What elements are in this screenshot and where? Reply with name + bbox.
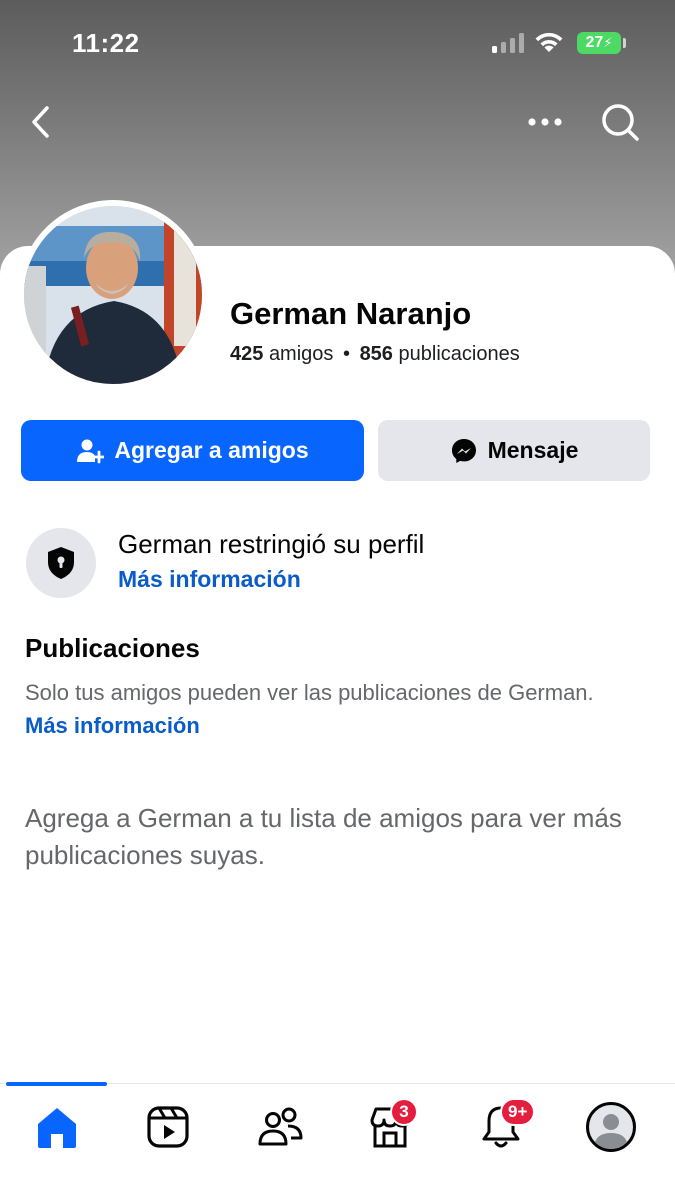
posts-count: 856 xyxy=(359,343,393,365)
notifications-badge: 9+ xyxy=(500,1098,536,1126)
bottom-tab-bar xyxy=(0,1083,675,1200)
message-button[interactable]: Mensaje xyxy=(378,420,650,481)
profile-photo-illustration xyxy=(24,206,202,384)
profile-photo xyxy=(24,206,202,384)
friends-icon[interactable] xyxy=(255,1102,305,1152)
wifi-icon xyxy=(535,32,563,52)
message-label: Mensaje xyxy=(487,437,579,463)
default-avatar-icon xyxy=(594,1114,628,1149)
restriction-more-info-link[interactable]: Más información xyxy=(118,566,301,593)
add-friend-hint: Agrega a German a tu lista de amigos par… xyxy=(25,803,622,870)
back-chevron-icon[interactable] xyxy=(24,100,60,144)
battery-cap xyxy=(623,38,626,48)
posts-more-info-link[interactable]: Más información xyxy=(25,713,200,738)
profile-menu-avatar[interactable] xyxy=(586,1102,636,1152)
cellular-signal-icon xyxy=(492,33,524,53)
shield-lock-icon xyxy=(48,547,74,579)
posts-privacy-message: Solo tus amigos pueden ver las publicaci… xyxy=(25,680,594,705)
add-friend-button[interactable]: Agregar a amigos xyxy=(21,420,364,481)
battery-indicator: 27⚡ xyxy=(577,32,621,54)
profile-stats: 425 amigos • 856 publicaciones xyxy=(230,343,520,366)
stats-separator: • xyxy=(342,343,350,365)
battery-level: 27 xyxy=(585,34,604,51)
active-tab-indicator xyxy=(6,1082,107,1086)
marketplace-badge: 3 xyxy=(390,1098,418,1126)
restriction-icon-circle xyxy=(26,528,96,598)
add-friend-label: Agregar a amigos xyxy=(114,437,309,463)
profile-avatar[interactable] xyxy=(18,200,208,390)
status-bar: 11:22 27⚡ xyxy=(0,0,675,88)
restriction-title: German restringió su perfil xyxy=(118,529,425,559)
add-friend-icon xyxy=(77,439,105,463)
profile-name: German Naranjo xyxy=(230,296,472,331)
friends-label: amigos xyxy=(268,343,334,365)
friends-count: 425 xyxy=(230,343,264,365)
messenger-icon xyxy=(451,438,476,463)
posts-privacy-text: Solo tus amigos pueden ver las publicaci… xyxy=(25,676,625,742)
status-time: 11:22 xyxy=(72,28,140,58)
posts-heading: Publicaciones xyxy=(25,633,200,663)
search-icon[interactable] xyxy=(598,100,642,144)
video-reels-icon[interactable] xyxy=(143,1102,193,1152)
posts-label: publicaciones xyxy=(398,343,520,365)
charging-bolt-icon: ⚡ xyxy=(603,35,613,50)
more-options-icon[interactable] xyxy=(524,108,566,136)
home-icon[interactable] xyxy=(32,1102,82,1152)
